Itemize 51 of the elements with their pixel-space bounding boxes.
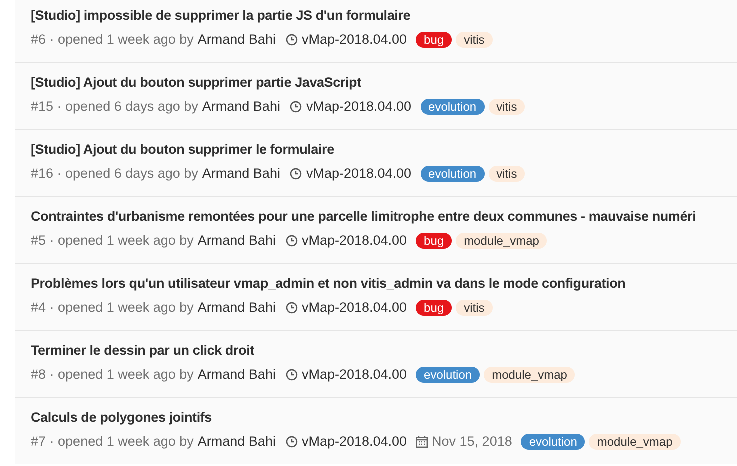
- issue-title[interactable]: Contraintes d'urbanisme remontées pour une parcelle limitrophe entre deux communes - mauvaise numéri: [31, 208, 737, 226]
- issue-ref: #8 · opened 1 week ago by: [31, 366, 194, 384]
- calendar-icon: [416, 436, 428, 448]
- issue-ref: #7 · opened 1 week ago by: [31, 433, 194, 451]
- issue-label[interactable]: module_vmap: [456, 233, 548, 249]
- author-link[interactable]: Armand Bahi: [202, 165, 280, 183]
- milestone-link[interactable]: vMap-2018.04.00: [302, 299, 408, 317]
- issue-label[interactable]: evolution: [420, 166, 485, 182]
- milestone-link[interactable]: vMap-2018.04.00: [306, 165, 412, 183]
- clock-icon: [286, 235, 298, 247]
- issue-title[interactable]: Terminer le dessin par un click droit: [31, 342, 737, 360]
- clock-icon: [286, 34, 298, 46]
- milestone-link[interactable]: vMap-2018.04.00: [302, 31, 408, 49]
- issue-label[interactable]: bug: [416, 32, 452, 48]
- milestone-link[interactable]: vMap-2018.04.00: [302, 232, 408, 250]
- issue-title[interactable]: [Studio] impossible de supprimer la partie JS d'un formulaire: [31, 7, 737, 25]
- milestone-link[interactable]: vMap-2018.04.00: [302, 366, 408, 384]
- issue-title[interactable]: Calculs de polygones jointifs: [31, 409, 737, 427]
- issue-ref: #16 · opened 6 days ago by: [31, 165, 198, 183]
- author-link[interactable]: Armand Bahi: [198, 433, 276, 451]
- issue-ref: #5 · opened 1 week ago by: [31, 232, 194, 250]
- issue-label[interactable]: evolution: [420, 99, 485, 115]
- issue-label[interactable]: bug: [416, 233, 452, 249]
- issue-title[interactable]: [Studio] Ajout du bouton supprimer le formulaire: [31, 141, 737, 159]
- issue-ref: #6 · opened 1 week ago by: [31, 31, 194, 49]
- clock-icon: [290, 168, 302, 180]
- issue-label[interactable]: module_vmap: [589, 434, 681, 450]
- issue-label[interactable]: vitis: [488, 99, 526, 115]
- author-link[interactable]: Armand Bahi: [198, 31, 276, 49]
- issue-label[interactable]: bug: [416, 300, 452, 316]
- issue-label[interactable]: evolution: [521, 434, 586, 450]
- clock-icon: [286, 302, 298, 314]
- clock-icon: [290, 101, 302, 113]
- clock-icon: [286, 369, 298, 381]
- author-link[interactable]: Armand Bahi: [198, 299, 276, 317]
- author-link[interactable]: Armand Bahi: [198, 232, 276, 250]
- issue-label[interactable]: vitis: [456, 32, 493, 48]
- clock-icon: [286, 436, 298, 448]
- issue-label[interactable]: vitis: [488, 166, 526, 182]
- due-date: Nov 15, 2018: [432, 433, 512, 451]
- issue-label[interactable]: vitis: [456, 300, 493, 316]
- milestone-link[interactable]: vMap-2018.04.00: [302, 433, 408, 451]
- issue-ref: #15 · opened 6 days ago by: [31, 98, 198, 116]
- issue-ref: #4 · opened 1 week ago by: [31, 299, 194, 317]
- author-link[interactable]: Armand Bahi: [198, 366, 276, 384]
- issue-title[interactable]: [Studio] Ajout du bouton supprimer partie JavaScript: [31, 74, 737, 92]
- issue-label[interactable]: module_vmap: [484, 367, 576, 383]
- issue-label[interactable]: evolution: [416, 367, 480, 383]
- issue-title[interactable]: Problèmes lors qu'un utilisateur vmap_admin et non vitis_admin va dans le mode configuration: [31, 275, 737, 293]
- milestone-link[interactable]: vMap-2018.04.00: [306, 98, 412, 116]
- author-link[interactable]: Armand Bahi: [202, 98, 280, 116]
